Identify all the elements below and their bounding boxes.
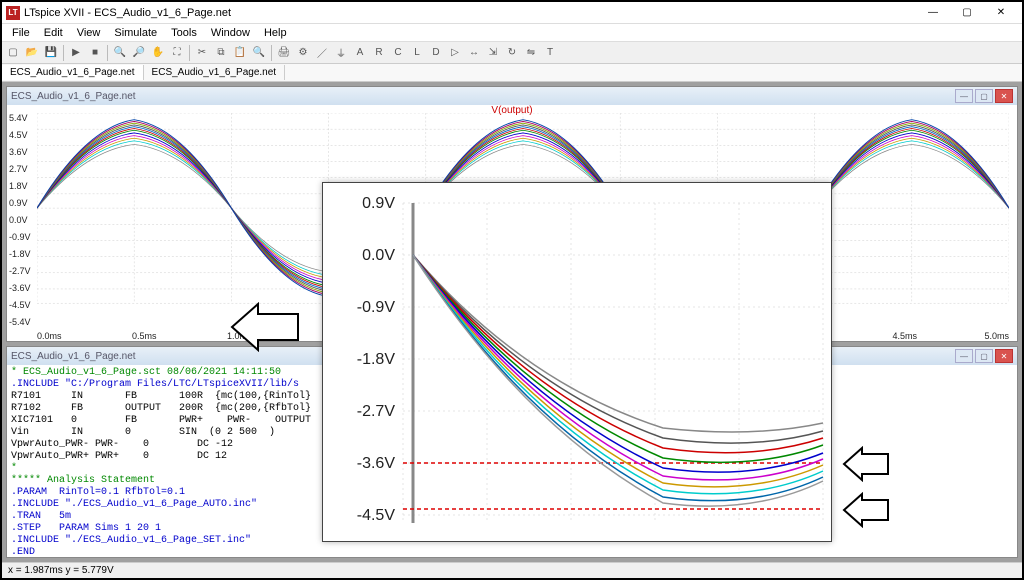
menu-help[interactable]: Help [258,25,293,41]
window-max-button[interactable]: ▢ [950,3,984,23]
plot-max-button[interactable]: ▢ [975,89,993,103]
print-icon[interactable]: 🖨 [275,44,293,62]
app-icon: LT [6,6,20,20]
find-icon[interactable]: 🔍 [250,44,268,62]
wire-icon[interactable]: ／ [313,44,331,62]
netlist-min-button[interactable]: — [955,349,973,363]
arrow-left-icon [230,302,300,352]
cap-icon[interactable]: C [389,44,407,62]
netlist-pane-title: ECS_Audio_v1_6_Page.net [11,351,136,362]
statusbar: x = 1.987ms y = 5.779V [2,562,1022,578]
rot-icon[interactable]: ↻ [503,44,521,62]
y-tick: 0.9V [9,198,28,208]
status-coords: x = 1.987ms y = 5.779V [8,565,114,576]
open-icon[interactable]: 📂 [23,44,41,62]
svg-text:0.9V: 0.9V [362,195,395,212]
new-icon[interactable]: ▢ [4,44,22,62]
zoom-svg: 0.9V 0.0V -0.9V -1.8V -2.7V -3.6V -4.5V [323,183,833,543]
comp-icon[interactable]: ▷ [446,44,464,62]
y-tick: -1.8V [9,249,31,259]
resistor-icon[interactable]: R [370,44,388,62]
menu-tools[interactable]: Tools [165,25,203,41]
menu-edit[interactable]: Edit [38,25,69,41]
menubar: File Edit View Simulate Tools Window Hel… [2,24,1022,42]
y-tick: 4.5V [9,130,28,140]
y-tick: -2.7V [9,266,31,276]
titlebar: LT LTspice XVII - ECS_Audio_v1_6_Page.ne… [2,2,1022,24]
window-min-button[interactable]: — [916,3,950,23]
cut-icon[interactable]: ✂ [193,44,211,62]
menu-window[interactable]: Window [205,25,256,41]
copy-icon[interactable]: ⧉ [212,44,230,62]
window-close-button[interactable]: ✕ [984,3,1018,23]
x-tick: 5.0ms [984,331,1009,341]
plot-pane-header: ECS_Audio_v1_6_Page.net — ▢ ✕ [7,87,1017,105]
drag-icon[interactable]: ⇲ [484,44,502,62]
stop-icon[interactable]: ■ [86,44,104,62]
y-tick: -5.4V [9,317,31,327]
zoom-in-icon[interactable]: 🔍 [111,44,129,62]
pan-icon[interactable]: ✋ [149,44,167,62]
y-tick: 1.8V [9,181,28,191]
x-tick: 0.0ms [37,331,62,341]
document-tabs: ECS_Audio_v1_6_Page.net ECS_Audio_v1_6_P… [2,64,1022,82]
y-tick: -0.9V [9,232,31,242]
paste-icon[interactable]: 📋 [231,44,249,62]
tool-icon[interactable]: ⚙ [294,44,312,62]
label-icon[interactable]: A [351,44,369,62]
zoom-inset: 0.9V 0.0V -0.9V -1.8V -2.7V -3.6V -4.5V [322,182,832,542]
arrow-marker-2-icon [842,492,890,528]
plot-close-button[interactable]: ✕ [995,89,1013,103]
svg-text:0.0V: 0.0V [362,247,395,264]
netlist-close-button[interactable]: ✕ [995,349,1013,363]
plot-pane-title: ECS_Audio_v1_6_Page.net [11,91,136,102]
y-tick: -3.6V [9,283,31,293]
svg-text:-1.8V: -1.8V [357,351,396,368]
mirror-icon[interactable]: ⇋ [522,44,540,62]
toolbar: ▢ 📂 💾 ▶ ■ 🔍 🔎 ✋ ⛶ ✂ ⧉ 📋 🔍 🖨 ⚙ ／ ⏚ A R C … [2,42,1022,64]
y-tick: 0.0V [9,215,28,225]
ind-icon[interactable]: L [408,44,426,62]
menu-file[interactable]: File [6,25,36,41]
tab-netlist[interactable]: ECS_Audio_v1_6_Page.net [144,65,286,80]
move-icon[interactable]: ↔ [465,44,483,62]
tab-plot[interactable]: ECS_Audio_v1_6_Page.net [2,65,144,80]
menu-view[interactable]: View [71,25,107,41]
netlist-max-button[interactable]: ▢ [975,349,993,363]
arrow-marker-1-icon [842,446,890,482]
window-title: LTspice XVII - ECS_Audio_v1_6_Page.net [24,7,916,19]
menu-simulate[interactable]: Simulate [108,25,163,41]
svg-text:-4.5V: -4.5V [357,507,396,524]
ground-icon[interactable]: ⏚ [332,44,350,62]
y-tick: 3.6V [9,147,28,157]
y-tick: -4.5V [9,300,31,310]
svg-text:-0.9V: -0.9V [357,299,396,316]
run-icon[interactable]: ▶ [67,44,85,62]
x-tick: 4.5ms [892,331,917,341]
save-icon[interactable]: 💾 [42,44,60,62]
y-tick: 5.4V [9,113,28,123]
plot-min-button[interactable]: — [955,89,973,103]
fit-icon[interactable]: ⛶ [168,44,186,62]
zoom-out-icon[interactable]: 🔎 [130,44,148,62]
y-tick: 2.7V [9,164,28,174]
diode-icon[interactable]: D [427,44,445,62]
svg-text:-3.6V: -3.6V [357,455,396,472]
svg-text:-2.7V: -2.7V [357,403,396,420]
text-icon[interactable]: T [541,44,559,62]
x-tick: 0.5ms [132,331,157,341]
